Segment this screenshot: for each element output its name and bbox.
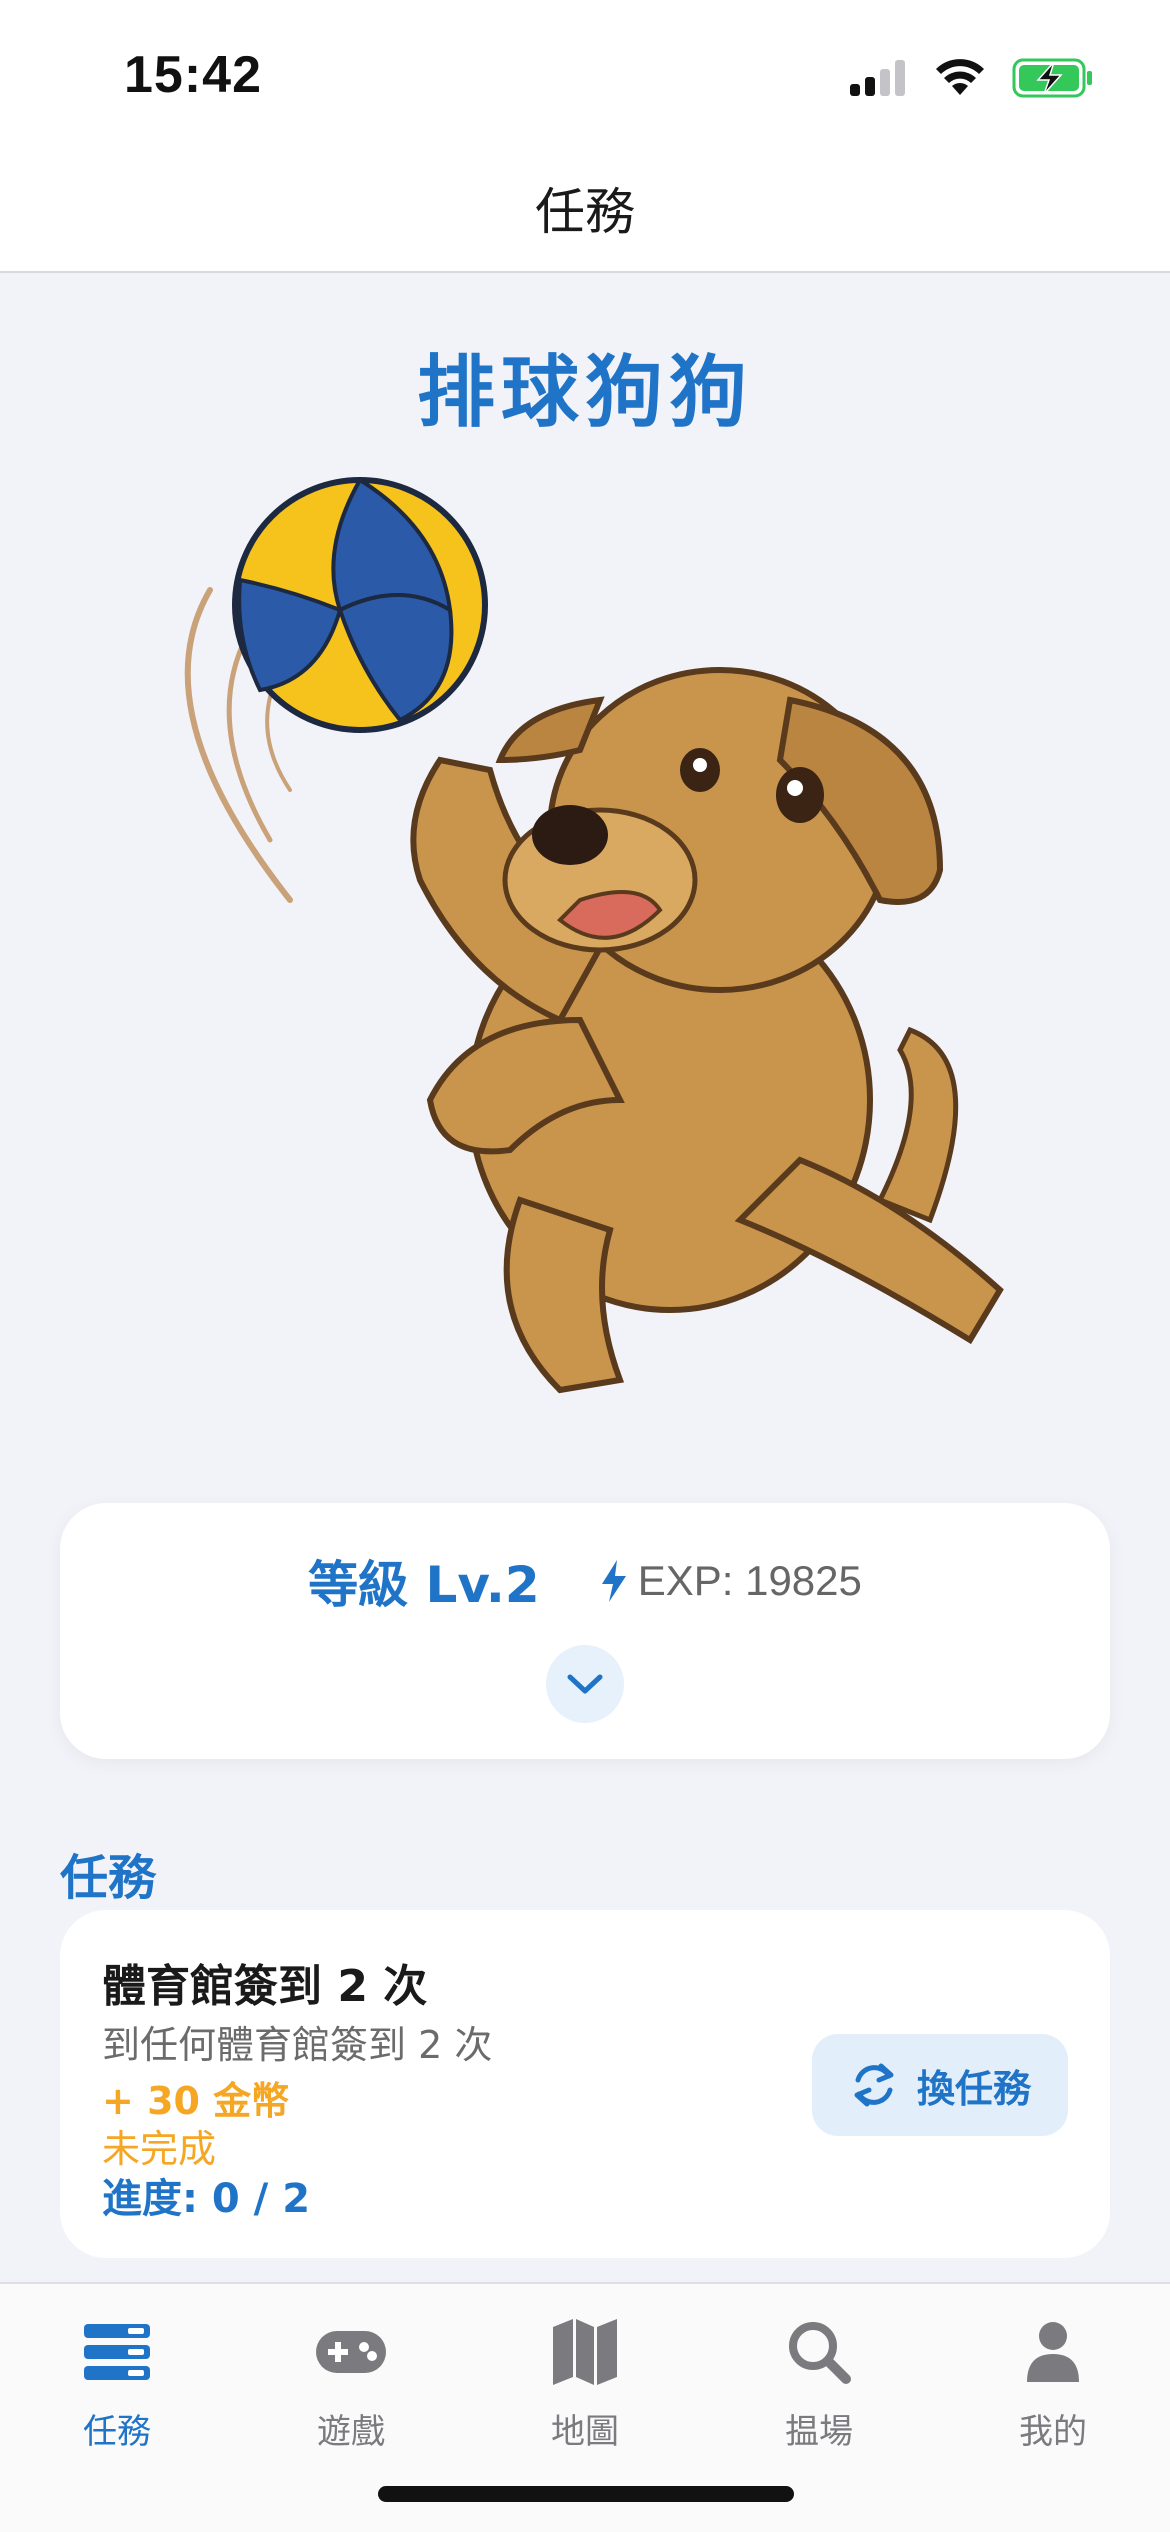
swap-mission-button[interactable]: 換任務 [812, 2034, 1068, 2136]
status-icons [850, 56, 1094, 100]
tab-label: 任務 [83, 2412, 151, 2452]
expand-level-button[interactable] [546, 1645, 624, 1723]
gamepad-icon [316, 2331, 386, 2373]
search-icon [789, 2322, 851, 2384]
mission-reward: + 30 金幣 [102, 2079, 290, 2123]
tab-profile[interactable]: 我的 [936, 2314, 1170, 2453]
tab-label: 我的 [1019, 2412, 1087, 2452]
home-indicator [378, 2486, 794, 2502]
tab-label: 地圖 [551, 2412, 619, 2452]
chevron-down-icon [567, 1674, 603, 1694]
tab-games[interactable]: 遊戲 [234, 2314, 468, 2453]
level-label: 等級 Lv.2 [308, 1556, 540, 1614]
tab-map[interactable]: 地圖 [468, 2314, 702, 2453]
level-row: 等級 Lv.2 EXP: 19825 [60, 1545, 1110, 1617]
mission-progress: 進度: 0 / 2 [102, 2176, 311, 2222]
top-bar: 15:42 任務 [0, 0, 1170, 273]
mission-description: 到任何體育館簽到 2 次 [102, 2023, 493, 2067]
lightning-icon [601, 1560, 626, 1602]
level-card: 等級 Lv.2 EXP: 19825 [60, 1503, 1110, 1759]
mission-card: 體育館簽到 2 次 到任何體育館簽到 2 次 + 30 金幣 未完成 進度: 0… [60, 1910, 1110, 2258]
volleyball-dog-illustration [184, 477, 1004, 1394]
swap-mission-label: 換任務 [916, 2066, 1031, 2111]
refresh-icon [854, 2063, 894, 2107]
wifi-icon [936, 59, 984, 95]
tab-label: 揾場 [785, 2412, 853, 2452]
status-time: 15:42 [124, 46, 262, 104]
tasks-icon [84, 2324, 150, 2380]
exp-display: EXP: 19825 [600, 1557, 862, 1605]
mission-title: 體育館簽到 2 次 [102, 1961, 428, 2012]
exp-value: EXP: 19825 [637, 1557, 862, 1604]
battery-charging-icon [1012, 58, 1092, 98]
tab-label: 遊戲 [317, 2412, 385, 2452]
user-icon [1027, 2322, 1079, 2382]
mission-status: 未完成 [102, 2127, 217, 2171]
map-icon [553, 2319, 617, 2385]
character-name: 排球狗狗 [416, 348, 753, 438]
tab-find-venue[interactable]: 揾場 [702, 2314, 936, 2453]
missions-section-title: 任務 [60, 1850, 157, 1906]
tab-missions[interactable]: 任務 [0, 2314, 234, 2453]
cellular-signal-icon [850, 60, 905, 96]
page-title: 任務 [535, 183, 635, 241]
